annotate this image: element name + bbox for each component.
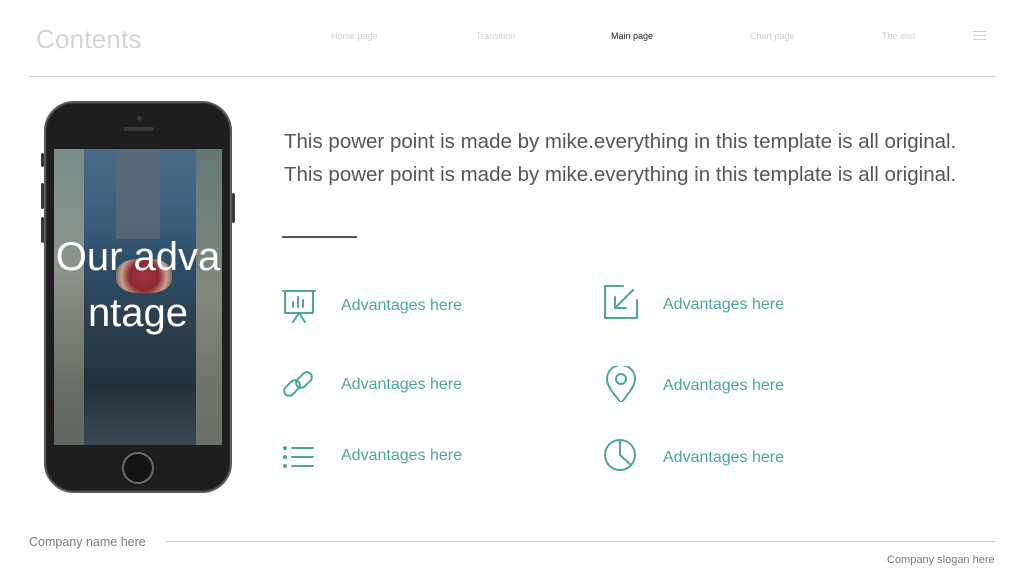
intro-line-2: This power point is made by mike.everyth… [284,163,957,186]
phone-home-button [122,452,154,484]
location-pin-icon [606,366,636,402]
advantage-item: Advantages here [281,367,541,407]
footer-divider [166,541,996,542]
hamburger-icon[interactable] [973,31,986,41]
page-title: Contents [36,24,142,54]
pie-chart-icon [604,439,636,471]
advantage-item: Advantages here [281,441,541,481]
phone-speaker [124,127,154,131]
advantage-label: Advantages here [663,449,784,466]
header: Contents Home page Transition Main page … [0,0,1024,77]
phone-screen-photo: Our advantage [54,149,222,445]
advantage-item: Advantages here [281,287,541,327]
advantage-item: Advantages here [603,438,863,478]
nav-chart-page[interactable]: Chart page [750,31,795,45]
arrow-down-left-icon [604,285,638,319]
footer-company-slogan: Company slogan here [887,554,995,566]
intro-line-1: This power point is made by mike.everyth… [284,130,957,153]
nav-the-end[interactable]: The end [882,31,915,45]
advantage-label: Advantages here [341,376,462,393]
nav-home-page[interactable]: Home page [331,31,378,45]
advantage-item: Advantages here [603,366,863,406]
header-divider [29,76,996,77]
list-icon [283,446,314,468]
nav-transition[interactable]: Transition [476,31,515,45]
intro-text: This power point is made by mike.everyth… [284,125,994,191]
nav-main-page[interactable]: Main page [611,31,653,45]
screen-title: Our advantage [55,235,221,335]
advantage-label: Advantages here [663,296,784,313]
advantage-label: Advantages here [341,447,462,464]
footer-company-name: Company name here [29,535,146,549]
accent-divider [282,236,357,238]
advantage-label: Advantages here [663,377,784,394]
presentation-chart-icon [282,290,316,323]
link-icon [283,371,313,397]
advantage-label: Advantages here [341,297,462,314]
phone-camera [137,116,142,121]
advantage-item: Advantages here [603,284,863,324]
phone-mockup: Our advantage [41,101,235,493]
